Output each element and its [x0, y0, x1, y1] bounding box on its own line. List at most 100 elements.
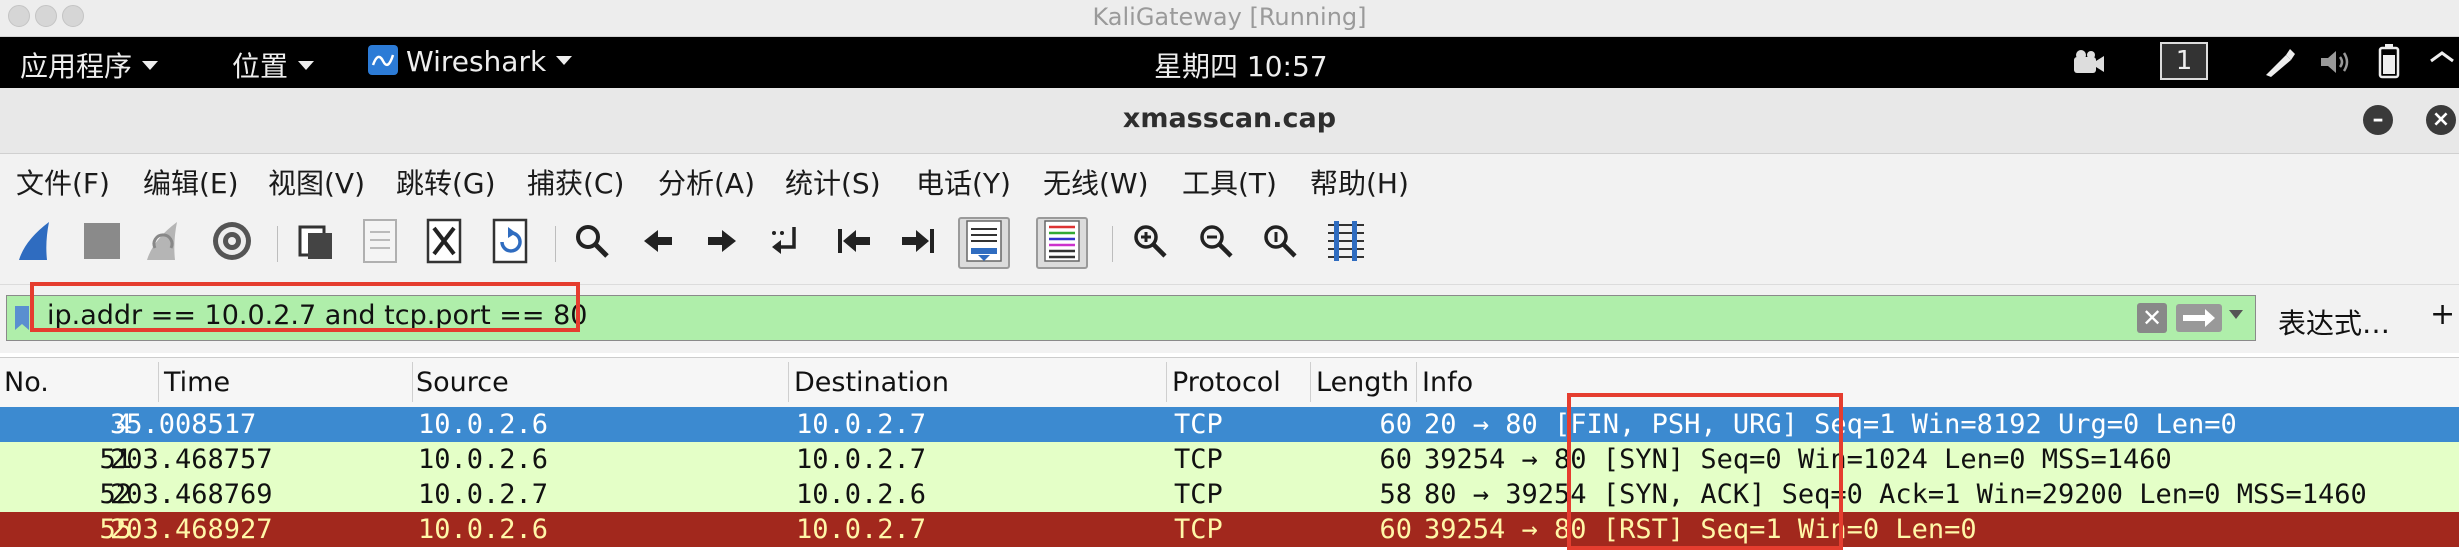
go-last-icon — [898, 226, 938, 260]
find-packet-button[interactable] — [566, 217, 618, 269]
packet-info: 39254 → 80 [RST] Seq=1 Win=0 Len=0 — [1424, 514, 1977, 545]
packet-destination: 10.0.2.7 — [796, 409, 927, 440]
packet-protocol: TCP — [1174, 409, 1223, 440]
column-divider[interactable] — [1166, 362, 1167, 402]
packet-row[interactable]: 52 203.468769 10.0.2.7 10.0.2.6 TCP 58 8… — [0, 477, 2459, 512]
packet-length: 60 — [1379, 444, 1412, 475]
zoom-in-button[interactable] — [1124, 217, 1176, 269]
column-header-protocol[interactable]: Protocol — [1172, 367, 1281, 398]
stop-capture-button[interactable] — [76, 217, 128, 269]
menu-go[interactable]: 跳转(G) — [396, 162, 496, 202]
packet-source: 10.0.2.6 — [418, 444, 549, 475]
go-back-icon — [640, 226, 676, 260]
clear-filter-icon[interactable]: ✕ — [2137, 303, 2167, 333]
open-file-button[interactable] — [290, 217, 342, 269]
resize-columns-button[interactable] — [1320, 217, 1372, 269]
packet-info: 39254 → 80 [SYN] Seq=0 Win=1024 Len=0 MS… — [1424, 444, 2172, 475]
close-button[interactable]: × — [2426, 105, 2456, 135]
menu-edit[interactable]: 编辑(E) — [143, 162, 239, 202]
column-divider[interactable] — [1416, 362, 1417, 402]
column-divider[interactable] — [1310, 362, 1311, 402]
column-header-length[interactable]: Length — [1316, 367, 1409, 398]
go-back-button[interactable] — [632, 217, 684, 269]
packet-time: 203.468757 — [110, 444, 273, 475]
volume-icon[interactable] — [2318, 47, 2354, 84]
zoom-in-icon — [1130, 221, 1170, 265]
packet-protocol: TCP — [1174, 444, 1223, 475]
minimize-button[interactable]: – — [2363, 105, 2393, 135]
go-forward-button[interactable] — [696, 217, 748, 269]
column-divider[interactable] — [158, 362, 159, 402]
filter-history-dropdown-icon[interactable] — [2229, 310, 2243, 319]
menu-view[interactable]: 视图(V) — [268, 162, 365, 202]
start-capture-button[interactable] — [12, 217, 64, 269]
packet-time: 203.468769 — [110, 479, 273, 510]
menu-help[interactable]: 帮助(H) — [1310, 162, 1409, 202]
close-file-icon — [424, 218, 464, 268]
packet-row[interactable]: 51 203.468757 10.0.2.6 10.0.2.7 TCP 60 3… — [0, 442, 2459, 477]
close-file-button[interactable] — [418, 217, 470, 269]
auto-scroll-icon — [964, 219, 1004, 267]
packet-destination: 10.0.2.7 — [796, 514, 927, 545]
expression-button[interactable]: 表达式… — [2278, 302, 2390, 342]
packet-source: 10.0.2.6 — [418, 409, 549, 440]
packet-source: 10.0.2.7 — [418, 479, 549, 510]
restart-capture-button[interactable] — [140, 217, 192, 269]
workspace-indicator[interactable]: 1 — [2160, 42, 2208, 80]
battery-icon[interactable] — [2378, 43, 2400, 86]
camera-icon[interactable] — [2072, 49, 2106, 82]
applications-menu[interactable]: 应用程序 — [20, 45, 159, 85]
go-to-packet-button[interactable] — [762, 217, 814, 269]
add-filter-button[interactable]: + — [2430, 297, 2455, 332]
packet-protocol: TCP — [1174, 479, 1223, 510]
go-forward-icon — [704, 226, 740, 260]
vm-window-title: KaliGateway [Running] — [1092, 3, 1367, 31]
app-menu-label: Wireshark — [406, 45, 547, 78]
reload-file-button[interactable] — [484, 217, 536, 269]
zoom-normal-button[interactable] — [1254, 217, 1306, 269]
gnome-top-bar: 应用程序 位置 Wireshark 星期四 10:57 1 — [0, 37, 2459, 88]
save-file-button[interactable] — [354, 217, 406, 269]
pen-tool-icon[interactable] — [2262, 47, 2296, 86]
column-header-destination[interactable]: Destination — [794, 367, 949, 398]
menu-analyze[interactable]: 分析(A) — [658, 162, 755, 202]
toolbar-separator — [1112, 226, 1113, 262]
menu-statistics[interactable]: 统计(S) — [785, 162, 881, 202]
auto-scroll-button[interactable] — [958, 217, 1010, 269]
go-last-button[interactable] — [892, 217, 944, 269]
clock[interactable]: 星期四 10:57 — [1154, 45, 1328, 85]
chevron-down-icon — [298, 60, 315, 70]
capture-options-button[interactable] — [206, 217, 258, 269]
app-menu[interactable]: Wireshark — [368, 45, 573, 78]
packet-destination: 10.0.2.7 — [796, 444, 927, 475]
menu-wireless[interactable]: 无线(W) — [1043, 162, 1149, 202]
colorize-button[interactable] — [1036, 217, 1088, 269]
zoom-out-button[interactable] — [1190, 217, 1242, 269]
toolbar-separator — [277, 226, 278, 262]
places-menu[interactable]: 位置 — [232, 45, 315, 85]
power-menu-icon[interactable] — [2428, 47, 2456, 84]
column-header-time[interactable]: Time — [164, 367, 230, 398]
go-first-button[interactable] — [828, 217, 880, 269]
column-divider[interactable] — [412, 362, 413, 402]
column-header-info[interactable]: Info — [1422, 367, 1473, 398]
apply-filter-arrow-icon[interactable] — [2175, 303, 2223, 337]
resize-columns-icon — [1324, 219, 1368, 267]
menu-capture[interactable]: 捕获(C) — [527, 162, 624, 202]
bookmark-icon[interactable] — [13, 304, 31, 336]
filter-highlight-annotation — [30, 282, 580, 332]
packet-row[interactable]: 55 203.468927 10.0.2.6 10.0.2.7 TCP 60 3… — [0, 512, 2459, 547]
minimize-icon: – — [2372, 107, 2384, 132]
menu-telephony[interactable]: 电话(Y) — [916, 162, 1011, 202]
menu-file[interactable]: 文件(F) — [16, 162, 110, 202]
close-icon: × — [2431, 107, 2451, 132]
packet-row-selected[interactable]: 4 35.008517 10.0.2.6 10.0.2.7 TCP 60 20 … — [0, 407, 2459, 442]
go-to-packet-icon — [768, 221, 808, 265]
main-toolbar — [0, 204, 2459, 285]
capture-options-gear-icon — [209, 218, 255, 268]
menu-tools[interactable]: 工具(T) — [1182, 162, 1277, 202]
column-divider[interactable] — [788, 362, 789, 402]
column-header-source[interactable]: Source — [416, 367, 509, 398]
column-header-no[interactable]: No. — [4, 367, 49, 398]
packet-list-header: No. Time Source Destination Protocol Len… — [0, 357, 2459, 408]
